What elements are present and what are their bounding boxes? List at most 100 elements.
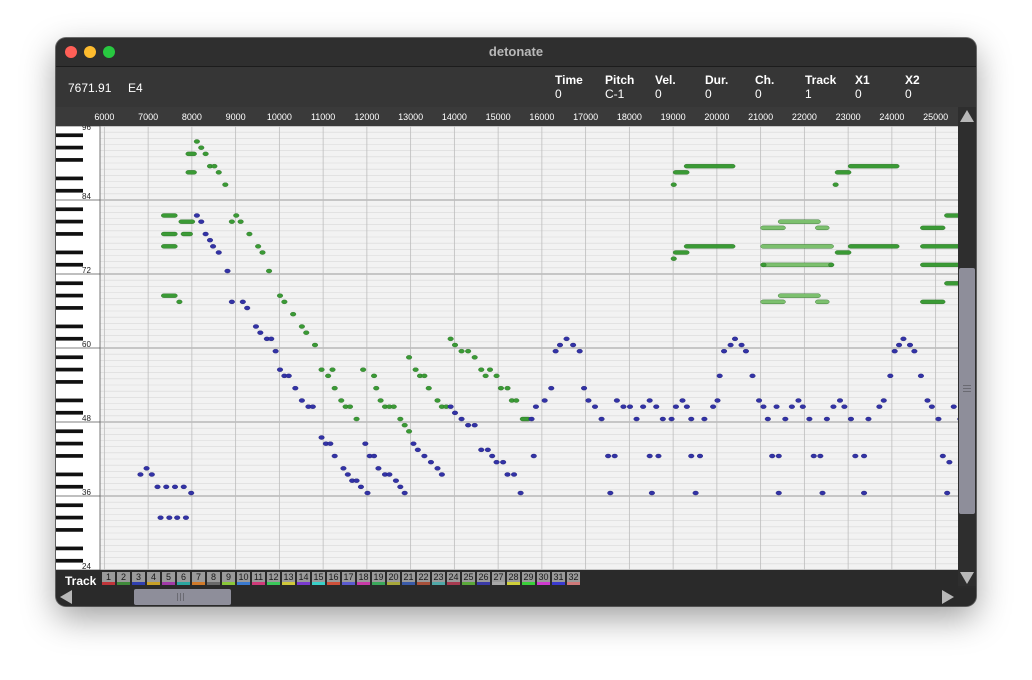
midi-note[interactable] [357,484,364,490]
track-button-16[interactable]: 16 [327,572,340,585]
midi-note[interactable] [233,213,240,218]
midi-note[interactable] [607,490,614,496]
midi-note[interactable] [371,373,378,379]
midi-note[interactable] [246,231,253,237]
midi-note[interactable] [939,453,946,459]
black-key[interactable] [56,528,83,532]
midi-note[interactable] [244,305,251,311]
midi-note[interactable] [410,441,417,446]
midi-note[interactable] [206,237,214,243]
midi-note[interactable] [377,398,384,403]
black-key[interactable] [56,484,83,489]
piano-roll[interactable]: 84 72 60 48 36 24 96 [56,126,958,570]
midi-note[interactable] [166,515,173,520]
black-key[interactable] [56,188,83,193]
midi-note[interactable] [478,367,485,372]
midi-note[interactable] [891,348,898,354]
midi-note[interactable] [259,250,266,255]
midi-note[interactable] [390,404,397,409]
midi-note[interactable] [605,453,612,459]
midi-note[interactable] [276,367,284,372]
midi-note[interactable] [576,348,583,354]
midi-note[interactable] [672,404,679,409]
midi-note[interactable] [493,460,500,465]
track-button-18[interactable]: 18 [357,572,370,585]
midi-note[interactable] [228,299,235,305]
midi-note[interactable] [202,231,209,237]
midi-note[interactable] [920,225,946,231]
midi-note[interactable] [484,447,491,453]
track-button-10[interactable]: 10 [237,572,250,585]
midi-note[interactable] [438,472,445,477]
midi-note[interactable] [276,293,284,298]
midi-note[interactable] [749,373,756,379]
track-button-12[interactable]: 12 [267,572,280,585]
midi-note[interactable] [828,262,835,268]
midi-note[interactable] [760,244,834,249]
track-button-26[interactable]: 26 [477,572,490,585]
midi-note[interactable] [563,336,570,342]
midi-note[interactable] [530,453,537,459]
midi-note[interactable] [517,490,524,496]
midi-note[interactable] [815,225,830,231]
midi-note[interactable] [532,404,539,409]
midi-note[interactable] [847,244,900,249]
midi-note[interactable] [486,367,494,372]
track-button-30[interactable]: 30 [537,572,550,585]
midi-note[interactable] [406,355,413,360]
black-key[interactable] [56,262,83,267]
midi-note[interactable] [591,404,599,409]
midi-note[interactable] [202,151,209,157]
midi-note[interactable] [298,324,305,329]
midi-note[interactable] [906,342,914,348]
midi-note[interactable] [773,404,780,409]
black-key[interactable] [56,250,83,255]
midi-note[interactable] [541,398,548,403]
midi-note[interactable] [285,373,292,379]
midi-note[interactable] [688,416,695,422]
midi-note[interactable] [714,398,721,403]
midi-note[interactable] [281,299,288,305]
midi-note[interactable] [920,244,958,249]
black-key[interactable] [56,324,83,329]
track-button-14[interactable]: 14 [297,572,310,585]
midi-note[interactable] [325,373,332,379]
midi-note[interactable] [237,219,244,224]
black-key[interactable] [56,398,83,403]
track-button-31[interactable]: 31 [552,572,565,585]
vertical-scrollbar[interactable] [958,107,976,586]
track-button-27[interactable]: 27 [492,572,505,585]
midi-note[interactable] [338,398,345,403]
midi-note[interactable] [683,244,736,249]
midi-note[interactable] [373,386,380,391]
midi-note[interactable] [478,447,485,453]
midi-note[interactable] [788,404,795,409]
track-button-13[interactable]: 13 [282,572,295,585]
midi-note[interactable] [331,386,338,391]
midi-note[interactable] [362,441,369,446]
midi-note[interactable] [887,373,894,379]
midi-note[interactable] [386,472,393,477]
midi-note[interactable] [340,466,347,471]
midi-note[interactable] [847,164,900,169]
midi-note[interactable] [738,342,745,348]
midi-note[interactable] [598,416,605,422]
midi-note[interactable] [447,404,454,409]
time-ruler[interactable]: 6000 7000 8000 9000 10000 11000 12000 13000 1400… [56,107,958,126]
midi-note[interactable] [777,293,821,298]
track-button-4[interactable]: 4 [147,572,160,585]
midi-note[interactable] [810,453,817,459]
scroll-right-arrow-icon[interactable] [942,590,954,604]
midi-note[interactable] [646,453,653,459]
midi-note[interactable] [360,367,367,372]
midi-note[interactable] [421,373,428,379]
midi-note[interactable] [683,164,736,169]
midi-note[interactable] [626,404,634,409]
midi-note[interactable] [944,213,958,218]
midi-note[interactable] [344,472,351,477]
midi-note[interactable] [668,416,675,422]
midi-note[interactable] [346,404,354,409]
midi-note[interactable] [585,398,592,403]
track-button-23[interactable]: 23 [432,572,445,585]
midi-note[interactable] [222,182,229,187]
